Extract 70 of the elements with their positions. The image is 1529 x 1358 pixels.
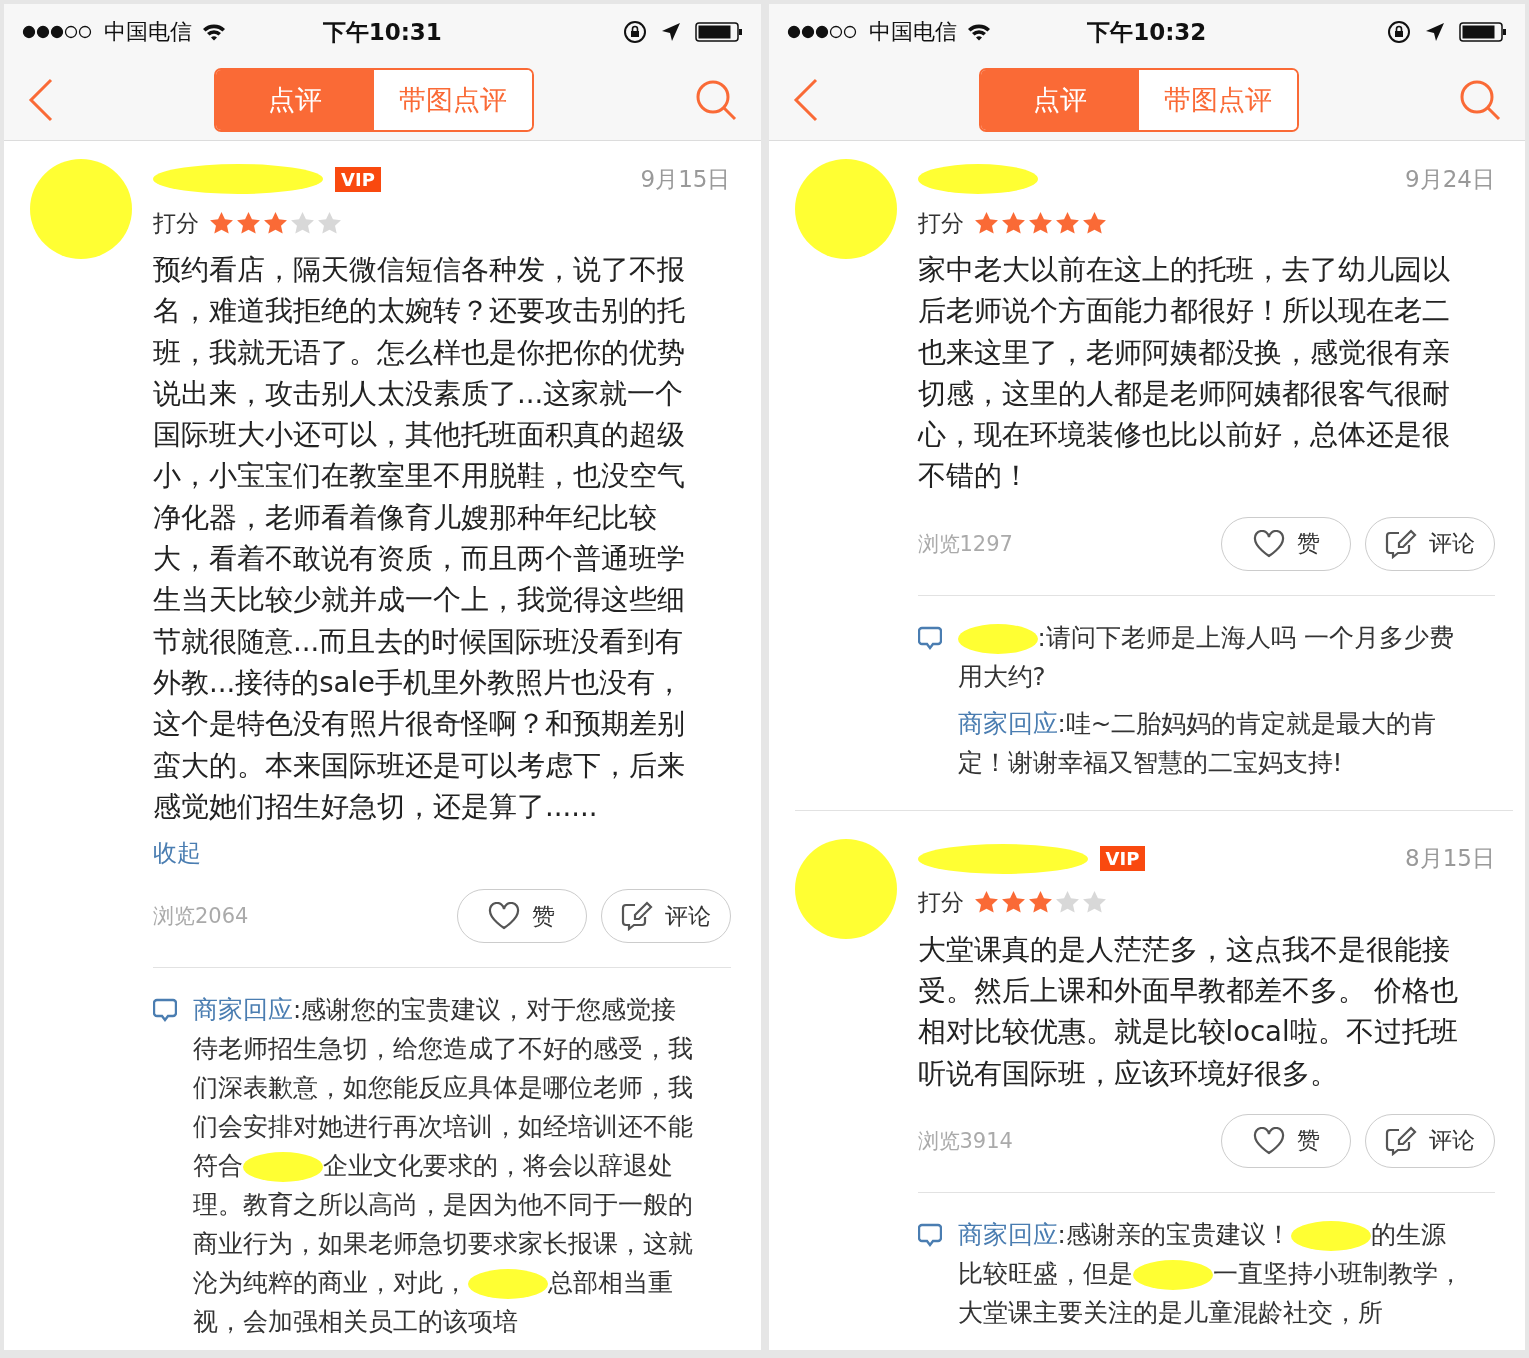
star-icon — [236, 210, 261, 236]
segment-tab[interactable]: 点评 — [980, 70, 1139, 130]
review-text: 大堂课真的是人茫茫多，这点我不是很能接受。然后上课和外面早教都差不多。 价格也相对比较优惠。就是比较local啦。不过托班听说有国际班，应该环境好很多。 — [917, 931, 1460, 1091]
merchant-reply: 商家回应:哇~二胎妈妈的肯定就是最大的肯定！谢谢幸福又智慧的二宝妈支持! — [957, 707, 1438, 779]
search-icon[interactable] — [1459, 79, 1501, 121]
carrier-name: 中国电信 — [104, 18, 192, 46]
location-arrow-icon — [1425, 22, 1445, 42]
battery-icon — [694, 22, 743, 42]
like-button[interactable]: 赞 — [1221, 516, 1351, 571]
comment-button[interactable]: 评论 — [1365, 1113, 1495, 1168]
merchant-reply: 商家回应:感谢亲的宝贵建议！ 的生源比较旺盛，但是 一直坚持小班制教学，大堂课主要关注的是儿童混龄社交，所 — [957, 1218, 1463, 1329]
user-comment: :请问下老师是上海人吗 一个月多少费用大约? — [957, 621, 1455, 693]
merchant-link[interactable]: 商家回应 — [957, 708, 1058, 738]
signal-icon — [22, 25, 94, 39]
merchant-reply: 商家回应:感谢您的宝贵建议，对于您感觉接待老师招生急切，给您造成了不好的感受，我们深表歉意，如您能反应具体是哪位老师，我们会安排对她进行再次培训，如经培训还不能符合 企业文化要求的，将会以辞退处理。教育之所以高尚，是因为他不同于一般的商业行为，如果老师急切要求家长报课，这就沦为纯粹的商业，对此， 总部相当重视，会加强相关员工的该项培 — [193, 994, 694, 1339]
segment-tab[interactable]: 带图点评 — [374, 70, 533, 130]
vip-badge: VIP — [335, 166, 381, 192]
heart-icon — [1252, 1126, 1285, 1155]
review-date: 8月15日 — [1405, 844, 1495, 874]
comment-icon — [917, 1222, 942, 1249]
like-button[interactable]: 赞 — [456, 889, 587, 944]
rating-label: 打分 — [917, 208, 964, 238]
review-text: 家中老大以前在这上的托班，去了幼儿园以后老师说个方面能力都很好！所以现在老二也来这里了，老师阿姨都没换，感觉很有亲切感，这里的人都是老师阿姨都很客气很耐心，现在环境装修也比以前好，总体还是很不错的！ — [917, 252, 1451, 494]
star-icon — [1027, 210, 1053, 236]
view-count: 浏览3914 — [917, 1127, 1013, 1155]
star-icon — [973, 210, 999, 236]
review-date: 9月15日 — [640, 164, 731, 194]
collapse-link[interactable]: 收起 — [153, 837, 731, 870]
like-button[interactable]: 赞 — [1221, 1113, 1351, 1168]
edit-icon — [620, 901, 653, 932]
view-count: 浏览2064 — [153, 903, 249, 931]
rating-label: 打分 — [917, 888, 964, 918]
back-icon[interactable] — [792, 78, 819, 122]
segment-tab[interactable]: 带图点评 — [1138, 70, 1297, 130]
comment-button[interactable]: 评论 — [1365, 516, 1495, 571]
star-icon — [1081, 210, 1107, 236]
star-icon — [1000, 890, 1026, 916]
edit-icon — [1385, 1125, 1417, 1156]
rotation-lock-icon — [1387, 20, 1411, 44]
segment-tab[interactable]: 点评 — [216, 70, 375, 130]
edit-icon — [1385, 528, 1417, 559]
location-arrow-icon — [660, 22, 681, 42]
star-icon — [209, 210, 234, 236]
back-icon[interactable] — [28, 78, 54, 122]
merchant-link[interactable]: 商家回应 — [957, 1219, 1058, 1249]
star-icon — [1027, 890, 1053, 916]
star-icon — [263, 210, 288, 236]
vip-badge: VIP — [1099, 846, 1146, 872]
battery-icon — [1459, 22, 1507, 42]
wifi-icon — [202, 23, 226, 41]
wifi-icon — [966, 23, 991, 41]
star-icon — [1054, 210, 1080, 236]
star-icon — [1000, 210, 1026, 236]
review-date: 9月24日 — [1405, 164, 1495, 194]
star-icon — [317, 210, 342, 236]
comment-icon — [917, 625, 942, 652]
heart-icon — [488, 902, 520, 931]
rotation-lock-icon — [622, 20, 647, 44]
merchant-link[interactable]: 商家回应 — [193, 995, 293, 1025]
rating-label: 打分 — [153, 208, 199, 238]
star-icon — [290, 210, 315, 236]
clock-time: 下午10:31 — [322, 17, 442, 47]
heart-icon — [1252, 529, 1285, 558]
signal-icon — [786, 25, 859, 39]
view-count: 浏览1297 — [917, 530, 1013, 558]
carrier-name: 中国电信 — [868, 18, 957, 46]
clock-time: 下午10:32 — [1087, 17, 1207, 47]
review-text: 预约看店，隔天微信短信各种发，说了不报名，难道我拒绝的太婉转？还要攻击别的托班，我就无语了。怎么样也是你把你的优势说出来，攻击别人太没素质了...这家就一个国际班大小还可以，其他托班面积真的超级小，小宝宝们在教室里不用脱鞋，也没空气净化器，老师看着像育儿嫂那种年纪比较大，看着不敢说有资质，而且两个普通班学生当天比较少就并成一个上，我觉得这些细节就很随意...而且去的时候国际班没看到有外教...接待的sale手机里外教照片也没有，这个是特色没有照片很奇怪啊？和预期差别蛮大的。本来国际班还是可以考虑下，后来感觉她们招生好急切，还是算了...... — [153, 252, 686, 824]
search-icon[interactable] — [694, 79, 737, 121]
comment-button[interactable]: 评论 — [600, 889, 731, 944]
